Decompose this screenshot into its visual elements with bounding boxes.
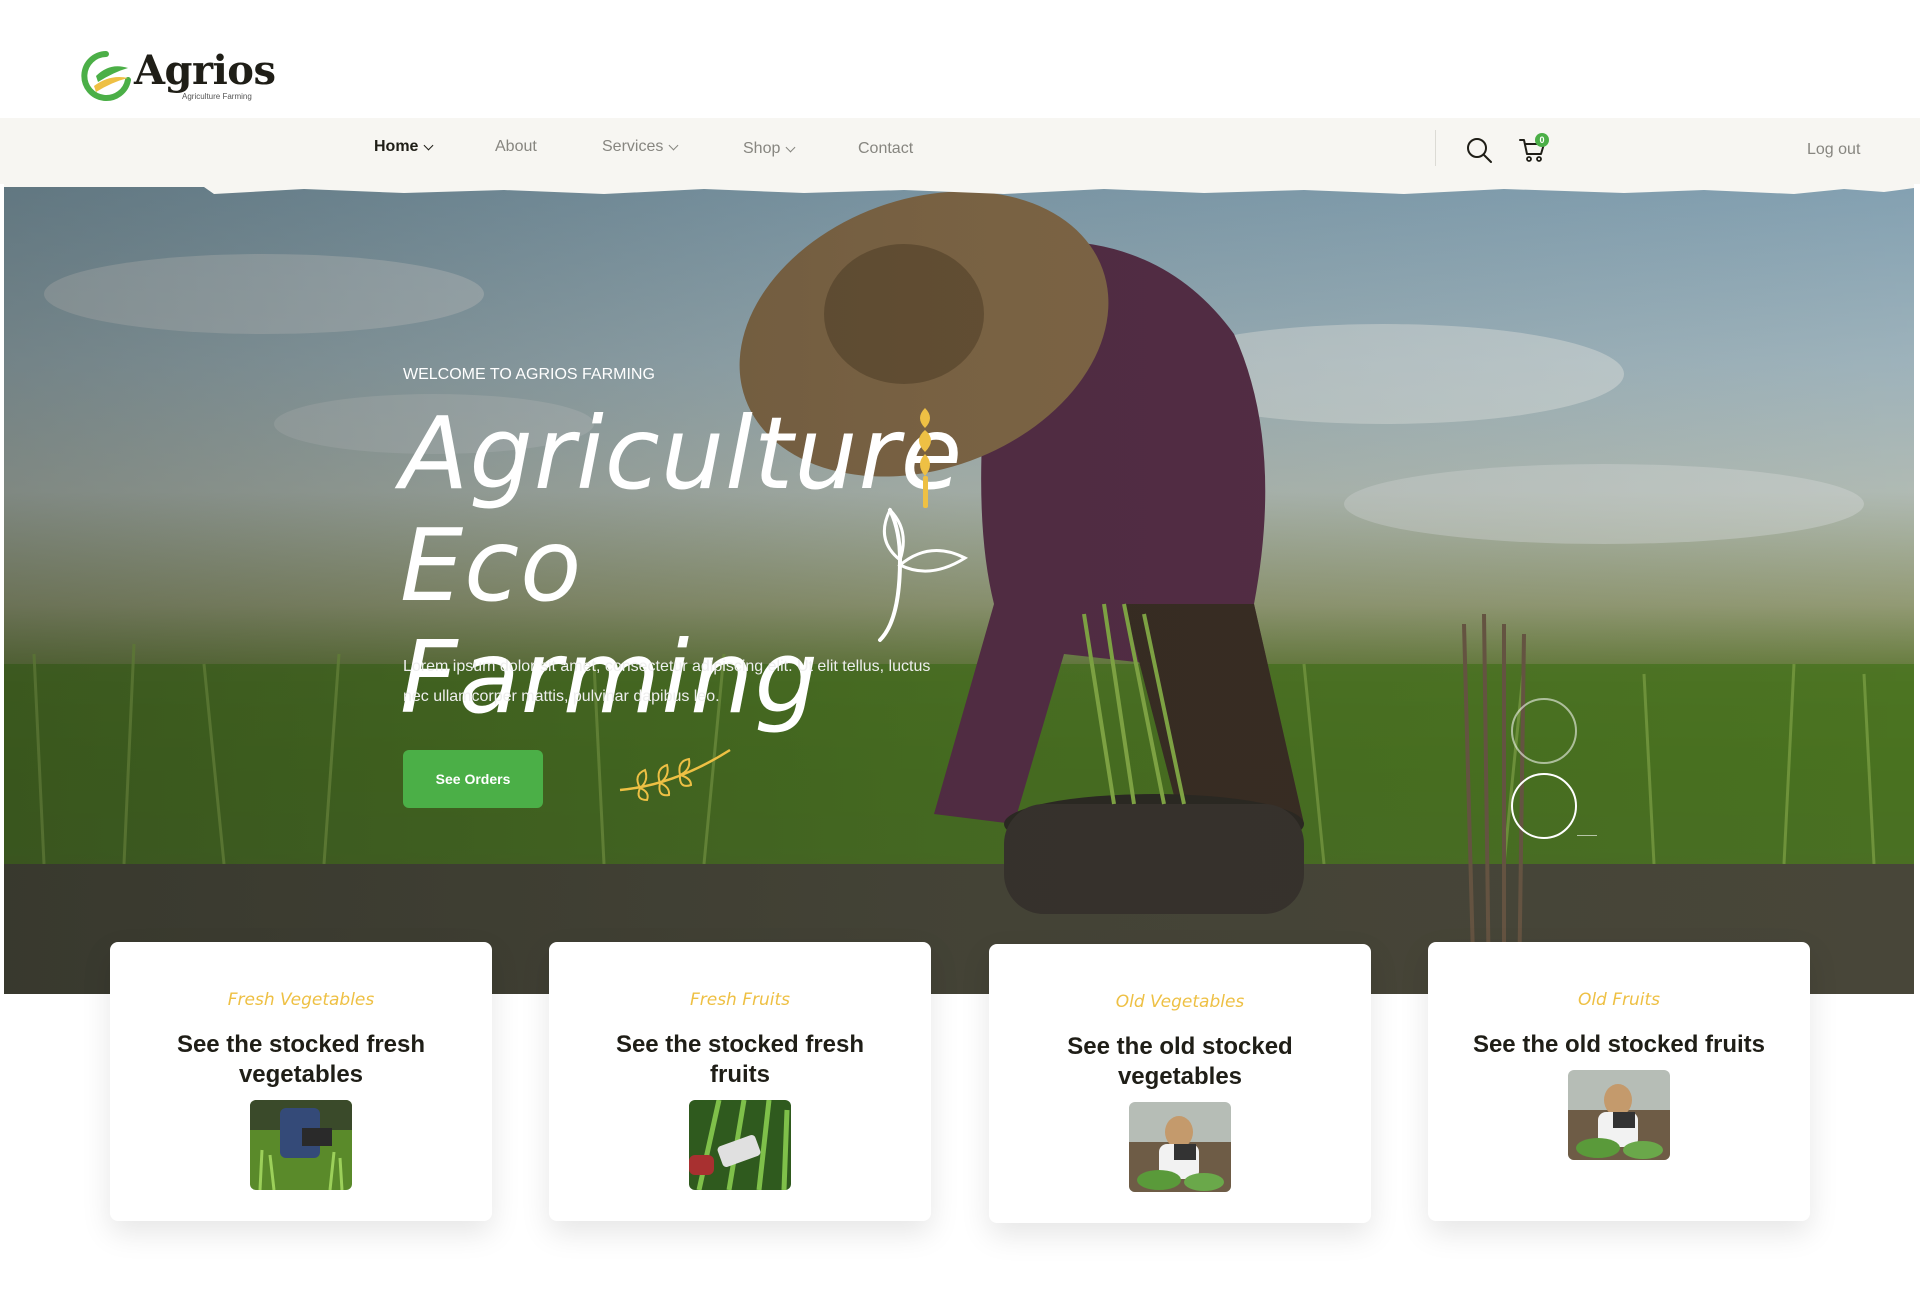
wheat-branch-icon [619,748,731,802]
nav-item-label: Shop [743,140,781,157]
card-title: See the old stocked fruits [1472,1031,1766,1058]
card-tag: Old Fruits [1577,990,1661,1010]
card-fresh-fruits[interactable]: Fresh Fruits See the stocked fresh fruit… [549,942,931,1221]
nav-item-label: Contact [858,140,914,157]
main-nav: Home About Services Shop Contact Log out [0,118,1920,184]
card-old-vegetables[interactable]: Old Vegetables See the old stocked veget… [989,944,1371,1223]
card-title: See the stocked fresh fruits [615,1031,865,1088]
slider-next-button[interactable] [1511,773,1577,839]
see-orders-button[interactable]: See Orders [403,750,543,808]
hero-description: Lorem ipsum dolor sit amet, consectetur … [403,658,931,705]
card-image [1568,1070,1670,1160]
nav-item-about[interactable]: About [495,138,537,156]
slider-line [1577,835,1597,836]
card-title: See the old stocked vegetables [1067,1033,1293,1090]
card-tag: Fresh Vegetables [227,990,375,1010]
logo-bar: Agrios Agriculture Farming [0,0,1920,118]
chevron-down-icon [668,140,679,150]
card-tag: Old Vegetables [1115,992,1245,1012]
logo[interactable]: Agrios Agriculture Farming [80,47,276,102]
card-tag: Fresh Fruits [689,990,791,1010]
card-image [1129,1102,1231,1192]
hero-kicker: WELCOME TO AGRIOS FARMING [403,366,655,383]
logo-leaf-icon [81,51,131,101]
chevron-down-icon [785,142,796,152]
nav-item-label: Home [374,138,419,155]
torn-edge-decoration [4,184,1914,194]
logout-link[interactable]: Log out [1807,141,1860,159]
search-icon[interactable] [1465,136,1493,164]
nav-item-label: About [495,138,537,155]
card-old-fruits[interactable]: Old Fruits See the old stocked fruits [1428,942,1810,1221]
leaf-icon [878,507,969,642]
nav-item-home[interactable]: Home [374,138,434,156]
nav-item-label: Services [602,138,664,155]
nav-item-services[interactable]: Services [602,138,679,156]
nav-item-shop[interactable]: Shop [743,140,796,158]
hero-title-line1: Agriculture [400,395,964,512]
cart-count-badge: 0 [1535,133,1549,147]
slider-prev-button[interactable] [1511,698,1577,764]
card-image [250,1100,352,1190]
card-image [689,1100,791,1190]
brand-name: Agrios [134,47,276,94]
nav-item-contact[interactable]: Contact [858,140,913,158]
wheat-icon [919,408,931,508]
card-fresh-vegetables[interactable]: Fresh Vegetables See the stocked fresh v… [110,942,492,1221]
card-title: See the stocked fresh vegetables [176,1031,426,1088]
nav-divider [1435,130,1436,166]
chevron-down-icon [424,140,434,150]
